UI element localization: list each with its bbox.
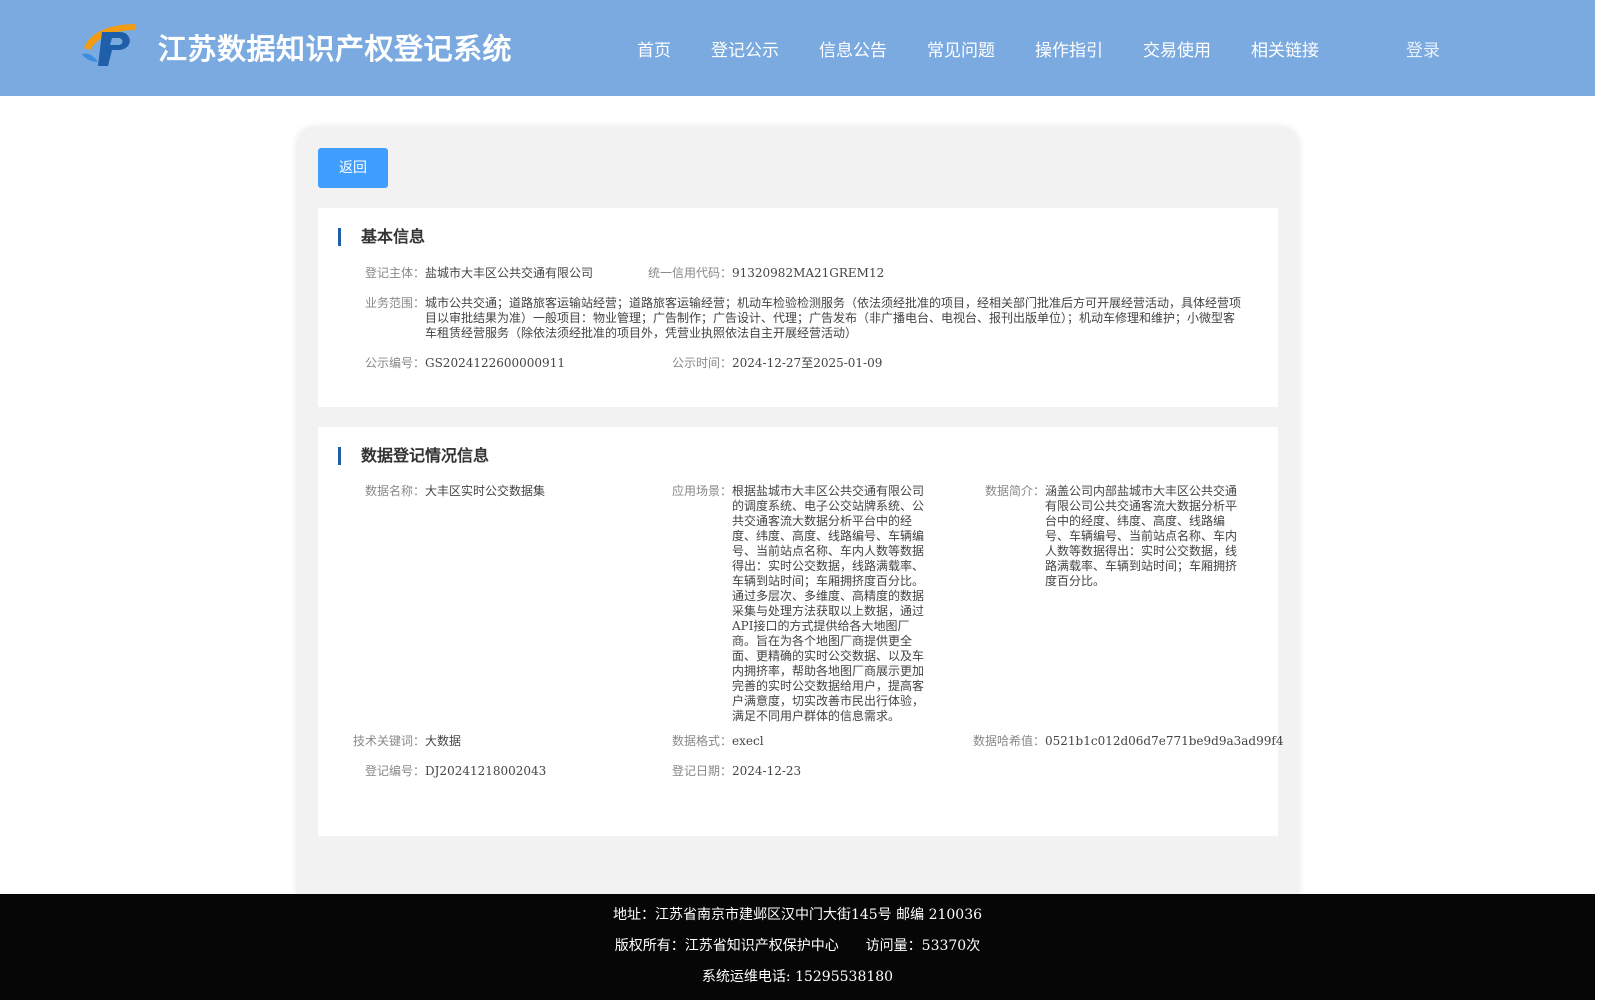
keywords-value: 大数据 (425, 734, 462, 748)
footer-phone: 系统运维电话: 15295538180 (701, 969, 894, 985)
business-scope-value: 城市公共交通；道路旅客运输站经营；道路旅客运输经营；机动车检验检测服务（依法须经… (425, 296, 1242, 340)
nav-item-links[interactable]: 相关链接 (1251, 36, 1319, 61)
nav-item-guide[interactable]: 操作指引 (1035, 36, 1103, 61)
footer-copyright-row: 版权所有：江苏省知识产权保护中心 访问量：53370次 (0, 935, 1595, 955)
notice-time-value: 2024-12-27至2025-01-09 (732, 356, 883, 370)
data-name-value: 大丰区实时公交数据集 (425, 484, 546, 498)
data-name-label: 数据名称： (364, 484, 425, 498)
footer-address: 地址：江苏省南京市建邺区汉中门大街145号 邮编 210036 (612, 907, 983, 923)
data-registration-card: 数据登记情况信息 数据名称： 大丰区实时公交数据集 应用场景： 根据盐城市大丰区… (318, 427, 1283, 836)
format-label: 数据格式： (671, 734, 732, 748)
credit-code-value: 91320982MA21GREM12 (732, 266, 885, 280)
nav-item-info-announcement[interactable]: 信息公告 (819, 36, 887, 61)
site-header: 江苏数据知识产权登记系统 首页 登记公示 信息公告 常见问题 操作指引 交易使用… (0, 0, 1595, 96)
reg-date-label: 登记日期： (671, 764, 732, 778)
footer-copyright: 版权所有：江苏省知识产权保护中心 (614, 938, 839, 954)
basic-info-card: 基本信息 登记主体： 盐城市大丰区公共交通有限公司 统一信用代码： 913209… (318, 208, 1278, 407)
login-link[interactable]: 登录 (1406, 36, 1440, 61)
basic-info-title: 基本信息 (338, 228, 425, 246)
notice-no-label: 公示编号： (364, 356, 425, 370)
notice-no-value: GS2024122600000911 (425, 356, 565, 370)
reg-date-value: 2024-12-23 (732, 764, 802, 778)
nav-item-registration-notice[interactable]: 登记公示 (711, 36, 779, 61)
business-scope-label: 业务范围： (364, 296, 425, 310)
site-footer: 地址：江苏省南京市建邺区汉中门大街145号 邮编 210036 版权所有：江苏省… (0, 894, 1595, 1000)
notice-time-label: 公示时间： (671, 356, 732, 370)
hash-label: 数据哈希值： (972, 734, 1045, 748)
scenario-label: 应用场景： (671, 484, 732, 498)
detail-panel: 返回 基本信息 登记主体： 盐城市大丰区公共交通有限公司 统一信用代码： 913… (297, 127, 1299, 907)
format-value: execl (732, 734, 764, 748)
nav-item-faq[interactable]: 常见问题 (927, 36, 995, 61)
scenario-value: 根据盐城市大丰区公共交通有限公司的调度系统、电子公交站牌系统、公共交通客流大数据… (732, 484, 925, 723)
nav-item-trade[interactable]: 交易使用 (1143, 36, 1211, 61)
subject-value: 盐城市大丰区公共交通有限公司 (425, 266, 594, 280)
data-registration-title: 数据登记情况信息 (338, 447, 489, 465)
back-button[interactable]: 返回 (318, 148, 388, 188)
logo-icon[interactable] (80, 18, 140, 70)
nav-item-home[interactable]: 首页 (637, 36, 671, 61)
credit-code-label: 统一信用代码： (648, 266, 733, 280)
site-title: 江苏数据知识产权登记系统 (158, 32, 513, 66)
subject-label: 登记主体： (364, 266, 425, 280)
intro-label: 数据简介： (984, 484, 1045, 498)
reg-no-value: DJ20241218002043 (425, 764, 547, 778)
reg-no-label: 登记编号： (364, 764, 425, 778)
footer-visits: 访问量：53370次 (865, 938, 981, 954)
hash-value: 0521b1c012d06d7e771be9d9a3ad99f4 (1045, 734, 1284, 748)
intro-value: 涵盖公司内部盐城市大丰区公共交通有限公司公共交通客流大数据分析平台中的经度、纬度… (1045, 484, 1238, 588)
keywords-label: 技术关键词： (352, 734, 425, 748)
